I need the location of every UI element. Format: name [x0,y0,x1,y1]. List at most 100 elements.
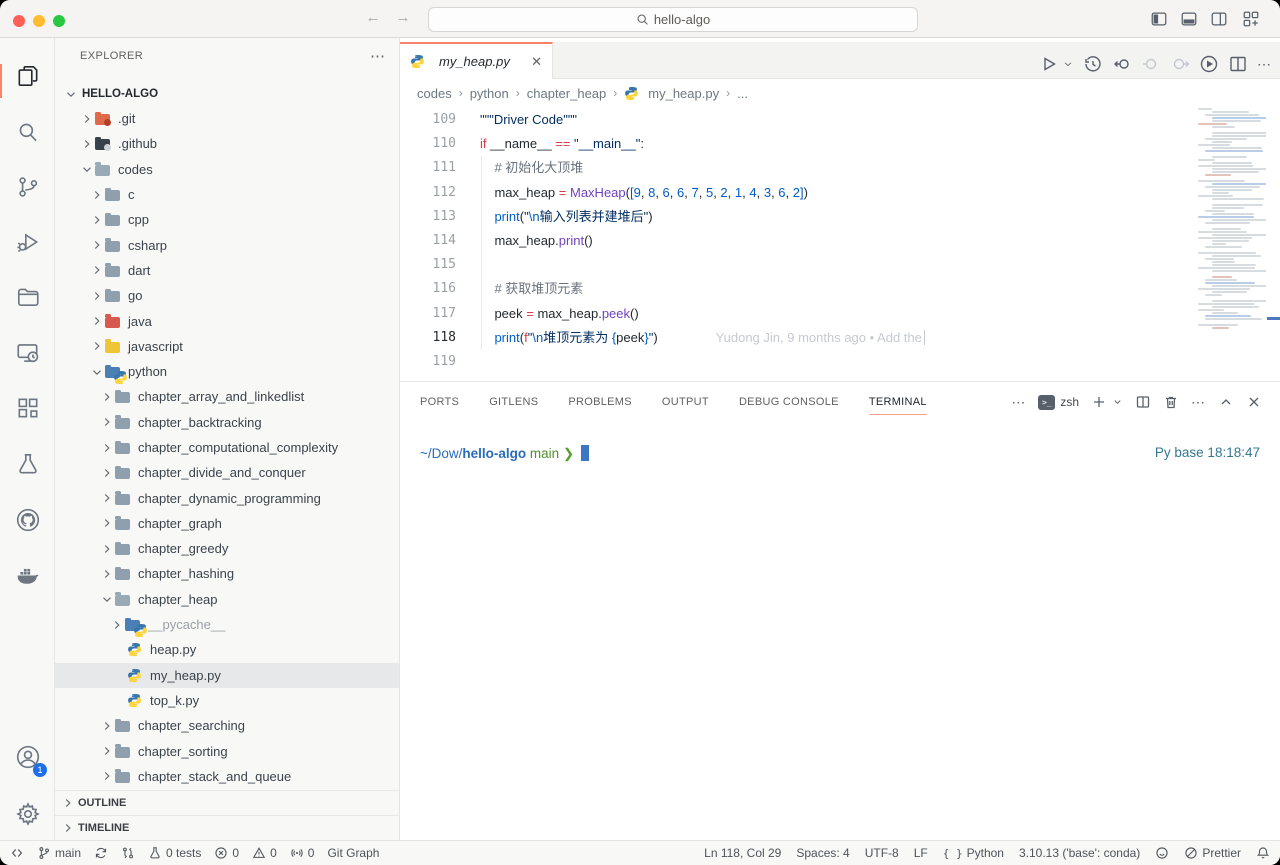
breadcrumb-item[interactable]: my_heap.py [648,86,719,101]
workspace-section-header[interactable]: HELLO-ALGO [55,82,400,106]
tree-item-heap.py[interactable]: heap.py [55,637,400,662]
tree-item-java[interactable]: java [55,308,400,333]
tree-item-__pycache__[interactable]: __pycache__ [55,612,400,637]
line-number[interactable]: 115 [400,253,456,277]
close-window-button[interactable] [13,15,25,27]
tab-close-icon[interactable]: ✕ [531,54,542,70]
maximize-panel-button[interactable] [1218,394,1234,410]
tree-item-dart[interactable]: dart [55,258,400,283]
panel-tab-output[interactable]: OUTPUT [662,382,709,422]
breadcrumb-item[interactable]: codes [417,86,452,101]
settings-button[interactable] [0,790,55,838]
activity-remote-explorer-button[interactable] [0,329,55,377]
activity-docker-button[interactable] [0,551,55,599]
line-number[interactable]: 116 [400,277,456,301]
code-line-111[interactable]: 111 # 初始化大顶堆 [400,156,1280,180]
tree-item-chapter_array_and_linkedlist[interactable]: chapter_array_and_linkedlist [55,384,400,409]
panel-tab-gitlens[interactable]: GITLENS [489,382,538,422]
line-number[interactable]: 109 [400,108,456,132]
breadcrumb-item[interactable]: chapter_heap [527,86,607,101]
timeline-section-header[interactable]: TIMELINE [55,815,400,840]
panel-more-actions-button[interactable]: ⋯ [1191,394,1206,411]
terminal-content[interactable]: ~/Dow/hello-algo main ❯ Py base 18:18:47 [420,445,1260,462]
activity-github-button[interactable] [0,496,55,544]
file-history-button[interactable] [1083,54,1103,74]
editor-more-actions-button[interactable]: ⋯ [1257,56,1272,73]
activity-testing-button[interactable] [0,440,55,488]
tree-item-.github[interactable]: .github [55,131,400,156]
line-number[interactable]: 118 [400,326,456,350]
activity-extensions-button[interactable] [0,384,55,432]
status-0[interactable]: 0 [290,846,315,860]
status-0-tests[interactable]: 0 tests [148,846,201,860]
status-feedback[interactable] [1155,846,1169,860]
code-line-113[interactable]: 113 print("\n输入列表并建堆后") [400,205,1280,229]
account-button[interactable]: 1 [0,733,55,781]
tree-item-chapter_greedy[interactable]: chapter_greedy [55,536,400,561]
panel-tab-ports[interactable]: PORTS [420,382,459,422]
status-compare[interactable] [121,846,135,860]
history-back-button[interactable]: ← [362,9,384,26]
explorer-more-actions-button[interactable]: ⋯ [370,47,386,65]
status-bell[interactable] [1256,846,1270,860]
tree-item-chapter_dynamic_programming[interactable]: chapter_dynamic_programming [55,485,400,510]
history-forward-button[interactable]: → [392,9,414,26]
breadcrumb-item[interactable]: ... [737,86,748,101]
tree-item-go[interactable]: go [55,283,400,308]
customize-layout-button[interactable] [1242,10,1262,28]
line-number[interactable]: 112 [400,181,456,205]
tree-item-chapter_heap[interactable]: chapter_heap [55,587,400,612]
breadcrumb-item[interactable]: python [470,86,509,101]
maximize-window-button[interactable] [53,15,65,27]
terminal-session-item[interactable]: >_ zsh [1038,395,1079,410]
panel-tab-debug-console[interactable]: DEBUG CONSOLE [739,382,839,422]
run-dropdown-chevron-icon[interactable] [1062,54,1074,74]
tree-item-chapter_sorting[interactable]: chapter_sorting [55,738,400,763]
line-number[interactable]: 119 [400,350,456,374]
tree-item-python[interactable]: python [55,359,400,384]
line-number[interactable]: 117 [400,302,456,326]
tree-item-chapter_computational_complexity[interactable]: chapter_computational_complexity [55,435,400,460]
minimap[interactable] [1196,108,1266,340]
status-prettier[interactable]: Prettier [1184,846,1241,860]
status-sync[interactable] [94,846,108,860]
activity-search-button[interactable] [0,108,55,156]
split-terminal-button[interactable] [1135,394,1151,410]
tree-item-chapter_backtracking[interactable]: chapter_backtracking [55,410,400,435]
code-editor[interactable]: 109"""Driver Code"""110if __name__ == "_… [400,108,1280,381]
code-line-118[interactable]: 118 print(f"\n堆顶元素为 {peek}")Yudong Jin, … [400,326,1280,350]
new-terminal-button[interactable] [1091,394,1107,410]
code-line-117[interactable]: 117 peek = max_heap.peek() [400,302,1280,326]
tree-item-csharp[interactable]: csharp [55,232,400,257]
kill-terminal-button[interactable] [1163,394,1179,410]
run-or-debug-button[interactable] [1199,54,1219,74]
open-previous-change-button[interactable] [1112,54,1132,74]
activity-run-debug-button[interactable] [0,218,55,266]
command-center-search[interactable]: hello-algo [428,7,918,32]
status-lf[interactable]: LF [914,846,928,860]
status-spaces-4[interactable]: Spaces: 4 [796,846,849,860]
terminal-dropdown-chevron-icon[interactable] [1112,394,1123,410]
toggle-panel-button[interactable] [1180,10,1200,28]
status-remote[interactable] [10,846,24,860]
code-line-119[interactable]: 119 [400,350,1280,374]
toggle-secondary-sidebar-button[interactable] [1210,10,1230,28]
split-editor-button[interactable] [1228,54,1248,74]
code-line-116[interactable]: 116 # 获取堆顶元素 [400,277,1280,301]
activity-explorer-button[interactable] [0,52,55,100]
tree-item-chapter_searching[interactable]: chapter_searching [55,713,400,738]
code-line-110[interactable]: 110if __name__ == "__main__": [400,132,1280,156]
tab-my-heap[interactable]: my_heap.py ✕ [400,42,553,79]
tree-item-.git[interactable]: .git [55,106,400,131]
tree-item-my_heap.py[interactable]: my_heap.py [55,663,400,688]
tree-item-top_k.py[interactable]: top_k.py [55,688,400,713]
close-panel-button[interactable] [1246,394,1262,410]
code-line-114[interactable]: 114 max_heap.print() [400,229,1280,253]
line-number[interactable]: 114 [400,229,456,253]
status-python[interactable]: { }Python [943,846,1004,860]
status-0[interactable]: 0 [252,846,277,860]
code-line-112[interactable]: 112 max_heap = MaxHeap([9, 8, 6, 6, 7, 5… [400,181,1280,205]
go-forward-button[interactable] [1170,54,1190,74]
status-utf-8[interactable]: UTF-8 [865,846,899,860]
status-0[interactable]: 0 [214,846,239,860]
